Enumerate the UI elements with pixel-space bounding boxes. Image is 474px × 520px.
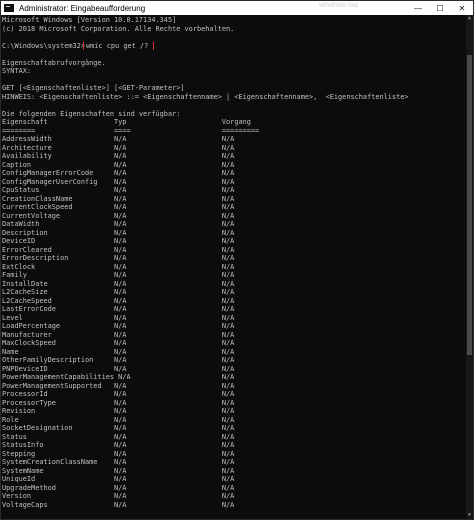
console-line: ======== ==== ========= [2,126,260,135]
cmd-icon [4,4,14,12]
console-line: Microsoft Windows [Version 10.0.17134.34… [2,16,177,24]
console-line: L2CacheSpeed N/A N/A [2,296,235,305]
console-line: Die folgenden Eigenschaften sind verfügb… [2,109,181,118]
console-line: Level N/A N/A [2,313,235,322]
console-line: CpuStatus N/A N/A [2,186,235,194]
console-line: SocketDesignation N/A N/A [2,424,235,432]
console-line: Eigenschaft Typ Vorgang [2,118,251,126]
console-line: L2CacheSize N/A N/A [2,288,235,296]
console-line: Architecture N/A N/A [2,143,235,152]
console-line: SystemCreationClassName N/A N/A [2,458,235,466]
console-line: PNPDeviceID N/A N/A [2,364,235,373]
console-line: PowerManagementSupported N/A N/A [2,381,235,390]
console-line: UniqueId N/A N/A [2,475,235,483]
close-button[interactable]: ✕ [451,1,473,15]
console-line: Stepping N/A N/A [2,449,235,458]
console-line: HINWEIS: <Eigenschaftenliste> ::= <Eigen… [2,92,409,101]
console-line: Caption N/A N/A [2,160,235,169]
console-line: PowerManagementCapabilities N/A N/A [2,373,235,381]
console-line: DeviceID N/A N/A [2,237,235,245]
console-line: CreationClassName N/A N/A [2,194,235,203]
console-line: Name N/A N/A [2,347,235,356]
command-prompt-line: C:\Windows\system32>wmic cpu get /? [2,41,467,50]
console-line: CurrentClockSpeed N/A N/A [2,203,235,211]
console-line: MaxClockSpeed N/A N/A [2,339,235,347]
console-line: Revision N/A N/A [2,407,235,415]
console-line: DataWidth N/A N/A [2,220,235,228]
highlighted-command[interactable]: wmic cpu get /? [82,41,155,50]
console-output[interactable]: Microsoft Windows [Version 10.0.17134.34… [1,15,467,519]
console-line: ExtClock N/A N/A [2,262,235,271]
console-line: GET [<Eigenschaftenliste>] [<GET-Paramet… [2,84,185,92]
console-line: Version N/A N/A [2,492,235,500]
window-controls: — ☐ ✕ [407,1,473,15]
maximize-button[interactable]: ☐ [429,1,451,15]
console-line: Status N/A N/A [2,432,235,441]
console-line: Manufacturer N/A N/A [2,330,235,339]
console-line: VoltageCaps N/A N/A [2,500,235,509]
window-title: Administrator: Eingabeaufforderung [19,3,146,13]
console-line: Availability N/A N/A [2,152,235,160]
prompt-path: C:\Windows\system32> [2,41,85,50]
console-line: InstallDate N/A N/A [2,279,235,288]
console-line: LastErrorCode N/A N/A [2,305,235,313]
scroll-thumb[interactable] [467,55,472,355]
title-bar[interactable]: Administrator: Eingabeaufforderung windo… [1,1,473,15]
console-line: SYNTAX: [2,67,32,75]
cmd-window: Administrator: Eingabeaufforderung windo… [0,0,474,520]
console-line: ProcessorType N/A N/A [2,398,235,407]
console-line: ProcessorId N/A N/A [2,390,235,398]
console-line: Family N/A N/A [2,271,235,279]
console-line: OtherFamilyDescription N/A N/A [2,356,235,364]
console-line: Role N/A N/A [2,415,235,424]
console-line: ErrorCleared N/A N/A [2,245,235,254]
watermark: windows-faq [319,2,358,9]
console-line: CurrentVoltage N/A N/A [2,211,235,220]
console-line: (c) 2018 Microsoft Corporation. Alle Rec… [2,24,235,33]
console-line: ErrorDescription N/A N/A [2,254,235,262]
console-line: SystemName N/A N/A [2,466,235,475]
console-line: ConfigManagerErrorCode N/A N/A [2,169,235,177]
scroll-down-icon[interactable]: ▼ [466,512,473,519]
console-line: Eigenschaftabrufvorgänge. [2,58,106,67]
console-line: UpgradeMethod N/A N/A [2,483,235,492]
minimize-button[interactable]: — [407,1,429,15]
console-line: Description N/A N/A [2,228,235,237]
vertical-scrollbar[interactable]: ▲ ▼ [466,15,473,519]
console-line: LoadPercentage N/A N/A [2,322,235,330]
console-line: ConfigManagerUserConfig N/A N/A [2,177,235,186]
console-line: AddressWidth N/A N/A [2,135,235,143]
console-line: StatusInfo N/A N/A [2,441,235,449]
scroll-up-icon[interactable]: ▲ [466,15,473,22]
